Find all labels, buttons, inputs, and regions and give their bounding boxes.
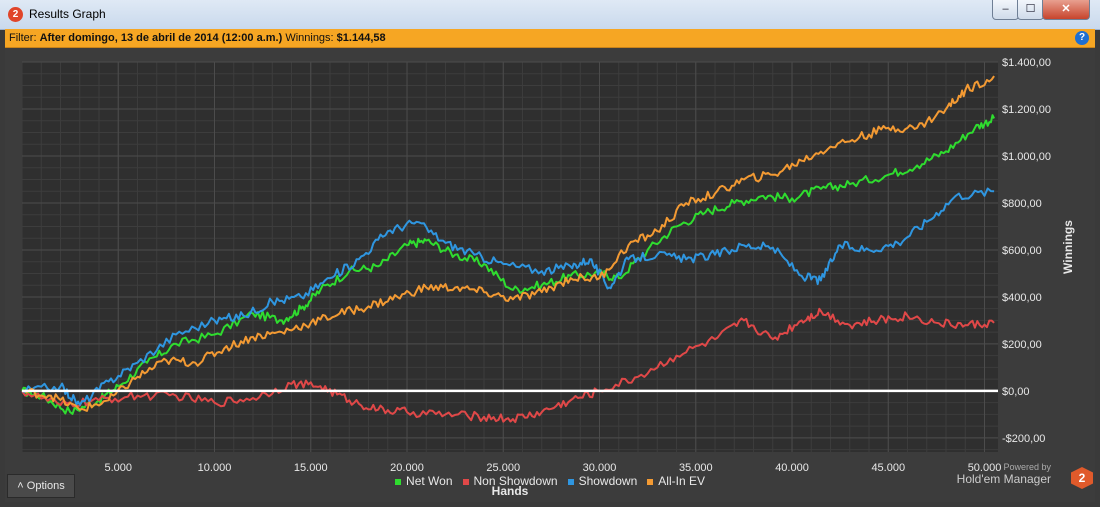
x-tick-label: 20.000 (390, 462, 424, 474)
legend-label: All-In EV (658, 474, 705, 488)
maximize-button[interactable]: ☐ (1017, 0, 1044, 20)
filter-label: Filter: (9, 32, 37, 44)
y-tick-label: $800,00 (1002, 198, 1042, 210)
legend-label: Showdown (578, 474, 638, 488)
legend-swatch (567, 478, 574, 485)
y-tick-label: $200,00 (1002, 339, 1042, 351)
legend-item[interactable]: Showdown (567, 474, 638, 488)
y-tick-label: $1.200,00 (1002, 104, 1051, 116)
minimize-button[interactable]: – (992, 0, 1019, 20)
x-tick-label: 15.000 (294, 462, 328, 474)
legend-label: Net Won (406, 474, 453, 488)
close-button[interactable]: ✕ (1042, 0, 1090, 20)
filter-text: After domingo, 13 de abril de 2014 (12:0… (39, 32, 283, 44)
legend-swatch (462, 478, 469, 485)
y-tick-label: $0,00 (1002, 386, 1030, 398)
y-tick-label: $400,00 (1002, 292, 1042, 304)
results-chart: 5.000 10.000 15.000 20.000 25.000 30.000 35.00… (21, 57, 1075, 498)
app-logo-icon: 2 (8, 7, 23, 22)
x-tick-label: 5.000 (104, 462, 132, 474)
x-tick-label: 30.000 (583, 462, 617, 474)
legend-item[interactable]: All-In EV (647, 474, 705, 488)
y-tick-label: -$200,00 (1002, 433, 1045, 445)
x-tick-label: 45.000 (871, 462, 905, 474)
graph-panel: 5.000 10.000 15.000 20.000 25.000 30.000 35.00… (5, 48, 1095, 502)
winnings-value: $1.144,58 (336, 32, 386, 44)
window-title: Results Graph (29, 7, 106, 21)
brand-block: Powered by Hold'em Manager 2 (956, 462, 1093, 489)
legend-swatch (647, 478, 654, 485)
tick-labels: 5.000 10.000 15.000 20.000 25.000 30.000 35.00… (104, 57, 1050, 474)
y-tick-label: $1.000,00 (1002, 151, 1051, 163)
brand-name: Hold'em Manager (956, 472, 1051, 486)
x-tick-label: 35.000 (679, 462, 713, 474)
x-tick-label: 25.000 (486, 462, 520, 474)
title-bar: 2 Results Graph – ☐ ✕ (0, 0, 1100, 30)
y-tick-label: $600,00 (1002, 245, 1042, 257)
legend-swatch (395, 478, 402, 485)
y-tick-label: $1.400,00 (1002, 57, 1051, 69)
legend: Net Won Non Showdown Showdown All-In EV (5, 474, 1095, 488)
help-icon[interactable]: ? (1075, 31, 1089, 45)
legend-label: Non Showdown (473, 474, 558, 488)
powered-by-text: Powered by (1003, 462, 1051, 472)
x-tick-label: 40.000 (775, 462, 809, 474)
series-line-non-showdown (21, 307, 995, 424)
taskbar-strip (0, 502, 1100, 507)
y-axis-label: Winnings (1061, 220, 1075, 274)
series-lines (21, 75, 998, 424)
x-tick-label: 10.000 (198, 462, 232, 474)
legend-item[interactable]: Net Won (395, 474, 453, 488)
winnings-label: Winnings: (285, 32, 334, 44)
filter-bar: Filter: After domingo, 13 de abril de 20… (5, 29, 1095, 48)
legend-item[interactable]: Non Showdown (462, 474, 558, 488)
